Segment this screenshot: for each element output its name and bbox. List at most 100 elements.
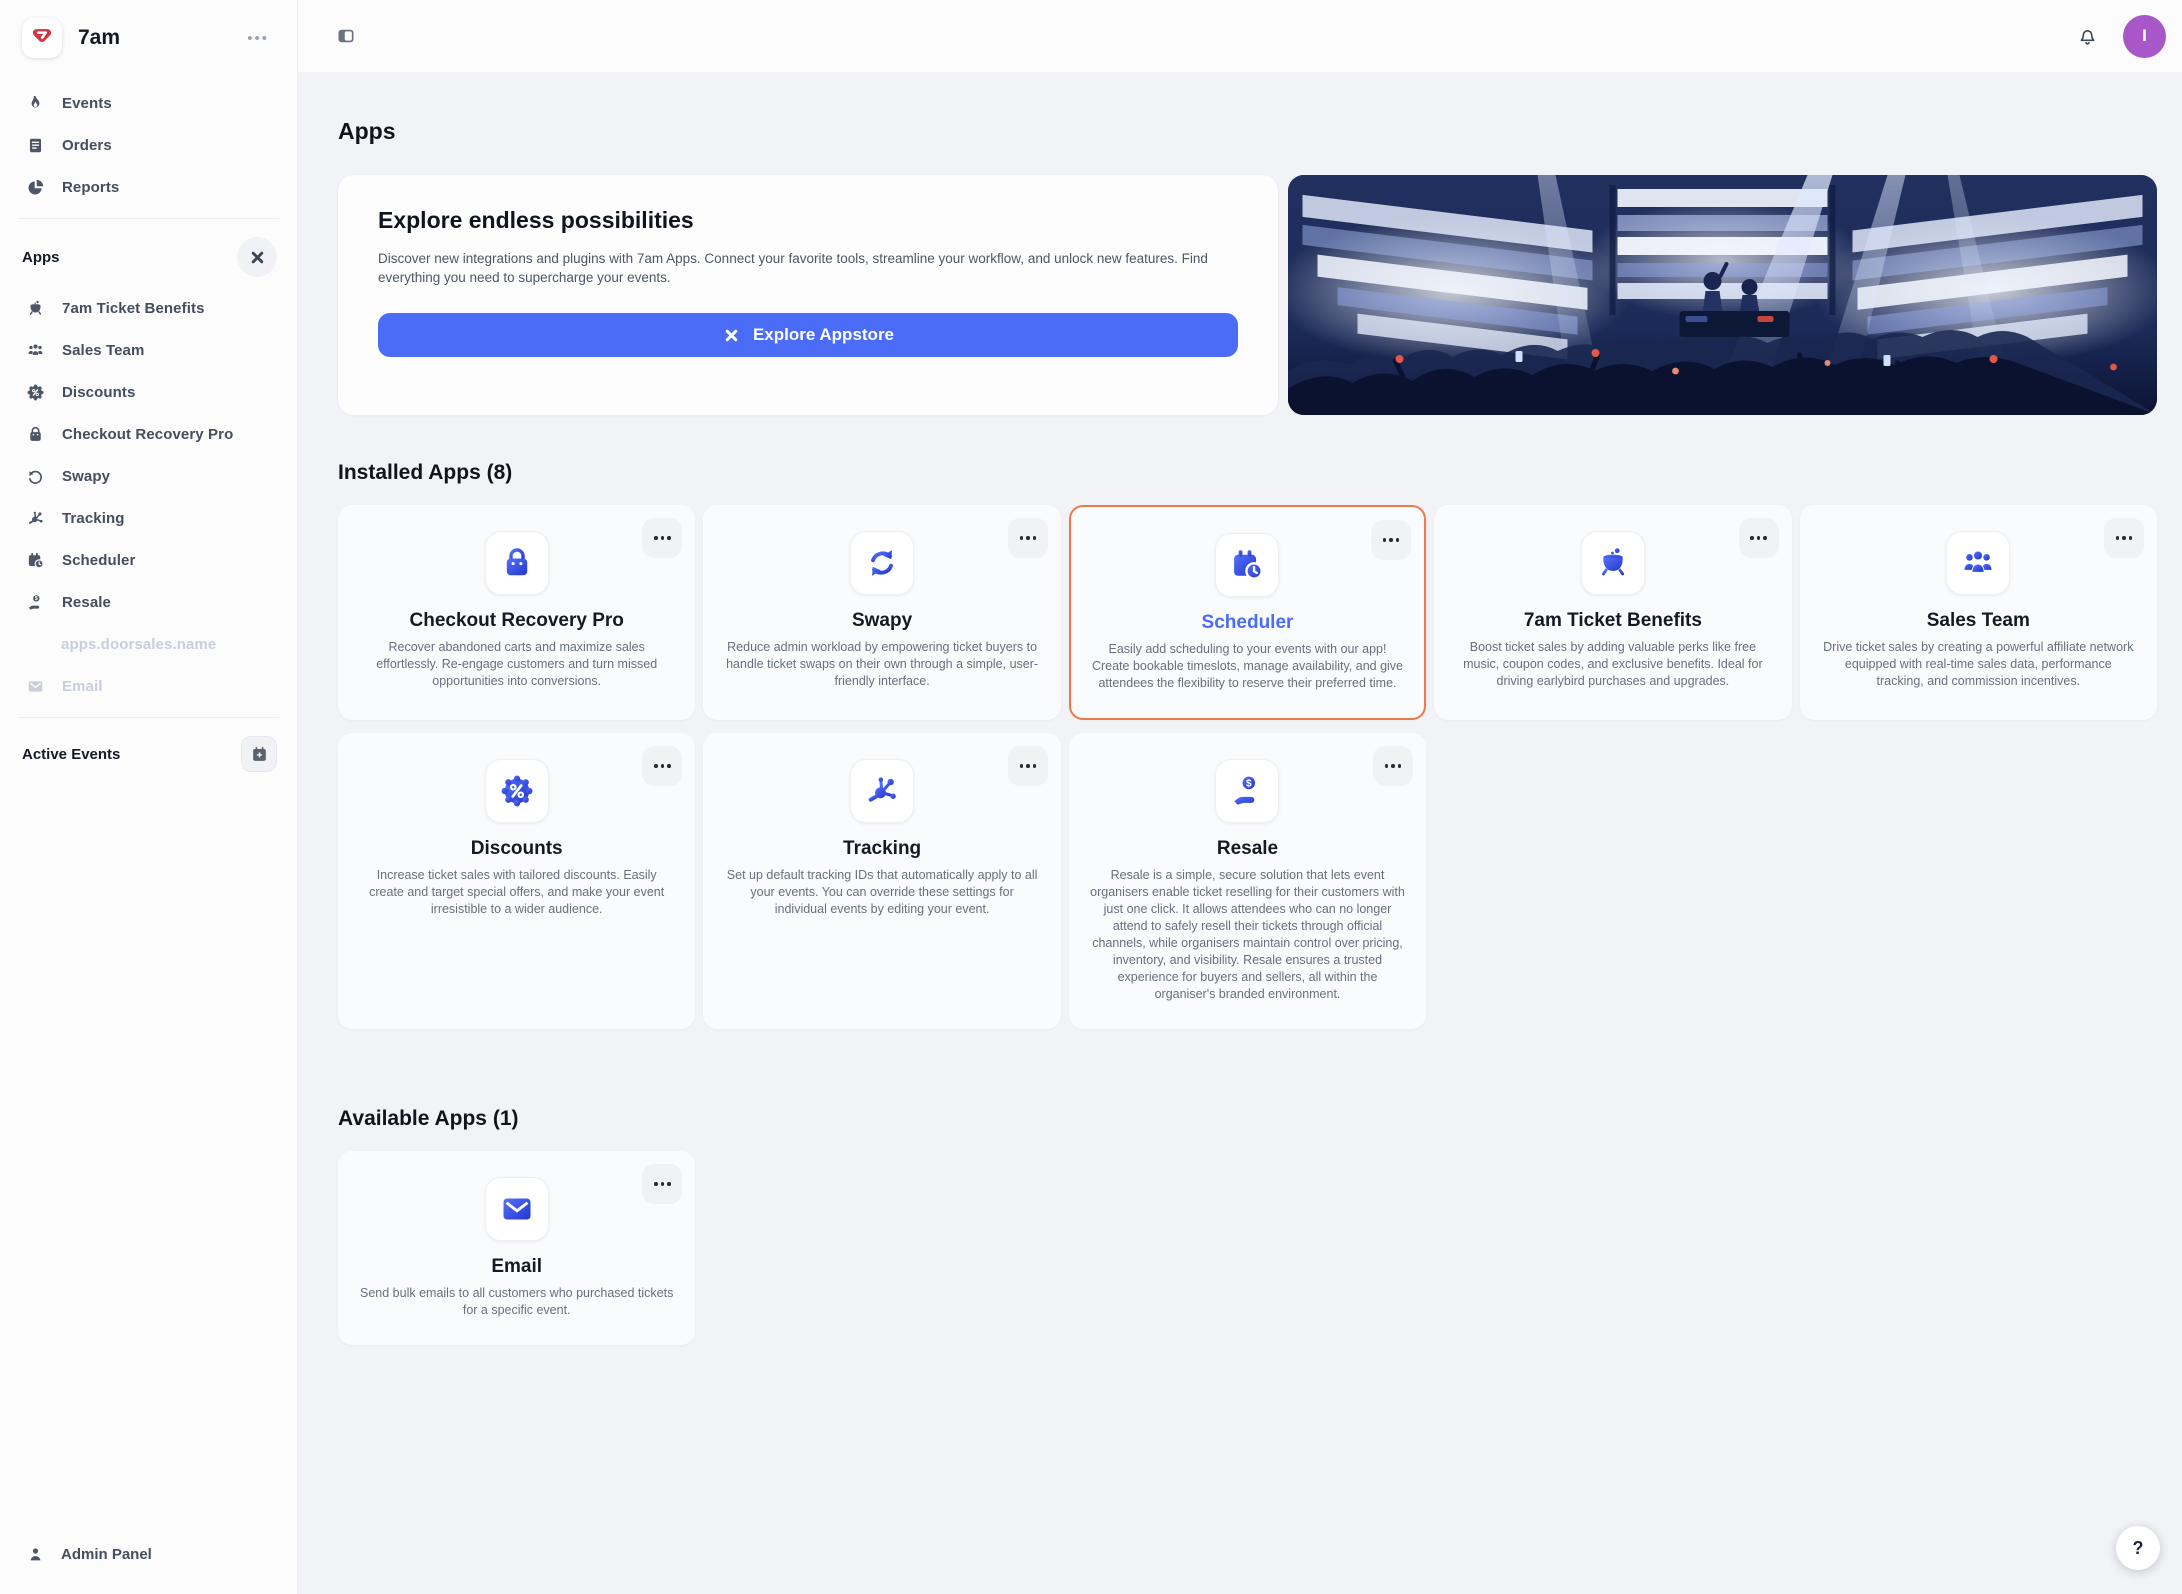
sidebar-item-label: apps.doorsales.name	[61, 635, 217, 653]
app-icon-tile	[484, 1177, 549, 1241]
sidebar-item-resale[interactable]: $ Resale	[16, 581, 281, 623]
page-title: Apps	[338, 118, 396, 144]
tracking-node-icon	[28, 511, 43, 524]
sidebar-item-sales-team[interactable]: Sales Team	[16, 329, 281, 371]
grid-spacer	[1434, 733, 1791, 1029]
rotate-ccw-icon	[28, 470, 42, 484]
card-menu-button[interactable]	[1738, 518, 1779, 558]
sidebar-item-label: Scheduler	[62, 551, 136, 569]
app-card-description: Boost ticket sales by adding valuable pe…	[1463, 640, 1763, 688]
app-card-7am-ticket-benefits[interactable]: 7am Ticket Benefits Boost ticket sales b…	[1434, 505, 1792, 720]
app-card-resale[interactable]: $ Resale Resale is a simple, secure solu…	[1068, 733, 1427, 1029]
sidebar-item-label: Orders	[62, 136, 112, 154]
card-menu-button[interactable]	[642, 518, 683, 558]
admin-panel-label: Admin Panel	[61, 1546, 152, 1563]
grid-spacer	[1800, 1151, 2157, 1345]
tools-icon	[725, 329, 738, 341]
cauldron-icon	[29, 300, 42, 315]
sidebar-item-scheduler[interactable]: Scheduler	[16, 539, 281, 581]
hand-dollar-icon: $	[29, 594, 40, 610]
envelope-icon	[28, 680, 43, 692]
app-card-description: Reduce admin workload by empowering tick…	[726, 640, 1039, 688]
sidebar-item-swapy[interactable]: Swapy	[16, 455, 281, 497]
customize-apps-button[interactable]	[237, 237, 277, 277]
hero-card: Explore endless possibilities Discover n…	[338, 175, 1278, 415]
app-card-description: Set up default tracking IDs that automat…	[726, 868, 1038, 916]
bell-icon	[2080, 29, 2095, 45]
hand-dollar-icon: $	[1234, 776, 1256, 805]
notifications-button[interactable]	[2074, 23, 2101, 50]
sidebar-item-discounts[interactable]: Discounts	[16, 371, 281, 413]
app-card-swapy[interactable]: Swapy Reduce admin workload by empowerin…	[703, 505, 1061, 720]
app-card-title: Swapy	[851, 610, 913, 631]
flame-icon	[31, 95, 40, 107]
avatar-initial: I	[2142, 26, 2147, 45]
sidebar-item-reports[interactable]: Reports	[16, 166, 281, 208]
app-card-title: Email	[491, 1256, 543, 1277]
tracking-node-icon	[868, 777, 896, 802]
app-card-scheduler[interactable]: Scheduler Easily add scheduling to your …	[1068, 505, 1427, 720]
installed-apps-grid: Checkout Recovery Pro Recover abandoned …	[338, 505, 2157, 1029]
sidebar-menu-dots-icon[interactable]: •••	[241, 26, 275, 51]
sidebar-item-label: Swapy	[62, 467, 111, 485]
app-icon-tile	[850, 759, 915, 823]
apps-section-header: Apps	[16, 229, 281, 285]
card-menu-button[interactable]	[1373, 746, 1414, 786]
sidebar-item-label: Tracking	[62, 509, 125, 527]
sidebar-item-label: Checkout Recovery Pro	[62, 425, 234, 443]
discount-badge-icon	[27, 384, 44, 400]
divider	[18, 218, 279, 219]
avatar[interactable]: I	[2123, 14, 2166, 58]
team-icon	[28, 343, 43, 355]
sidebar-item-7am-ticket-benefits[interactable]: 7am Ticket Benefits	[16, 287, 281, 329]
app-card-sales-team[interactable]: Sales Team Drive ticket sales by creatin…	[1799, 505, 2157, 720]
sidebar-item-checkout-recovery-pro[interactable]: Checkout Recovery Pro	[16, 413, 281, 455]
app-icon-tile	[484, 531, 549, 595]
available-apps-heading: Available Apps (1)	[338, 1107, 519, 1130]
app-card-title: Scheduler	[1201, 612, 1294, 633]
explore-appstore-button[interactable]: Explore Appstore	[378, 313, 1238, 357]
topbar: I	[298, 0, 2182, 72]
app-card-discounts[interactable]: Discounts Increase ticket sales with tai…	[338, 733, 696, 1029]
calendar-clock-icon	[1234, 550, 1264, 580]
hero-section: Explore endless possibilities Discover n…	[338, 175, 2157, 415]
card-menu-button[interactable]	[2103, 518, 2144, 558]
app-icon-tile	[484, 759, 549, 823]
main-nav: Events Orders Reports	[16, 82, 281, 208]
app-card-email[interactable]: Email Send bulk emails to all customers …	[338, 1151, 696, 1345]
team-icon	[1964, 551, 1992, 572]
brand-name: 7am	[78, 26, 121, 49]
sidebar-item-doorsales[interactable]: apps.doorsales.name	[16, 623, 281, 665]
card-menu-button[interactable]	[642, 746, 683, 786]
card-menu-button[interactable]	[1371, 520, 1412, 560]
main-content: Apps Explore endless possibilities Disco…	[298, 72, 2182, 1594]
sidebar-item-events[interactable]: Events	[16, 82, 281, 124]
app-card-title: Discounts	[470, 838, 563, 859]
app-card-description: Send bulk emails to all customers who pu…	[360, 1286, 674, 1317]
card-menu-button[interactable]	[642, 1164, 683, 1204]
app-icon-tile	[1215, 533, 1280, 597]
sidebar-item-email[interactable]: Email	[16, 665, 281, 707]
sidebar-toggle-button[interactable]	[332, 22, 360, 50]
svg-text:$: $	[35, 596, 38, 602]
sidebar-item-orders[interactable]: Orders	[16, 124, 281, 166]
app-card-description: Drive ticket sales by creating a powerfu…	[1823, 640, 2134, 688]
card-menu-button[interactable]	[1007, 518, 1048, 558]
active-events-header: Active Events	[16, 728, 281, 780]
sidebar-item-label: Email	[62, 677, 103, 695]
hero-image	[1288, 175, 2157, 415]
app-icon-tile	[1580, 531, 1645, 595]
shopping-bag-icon	[30, 426, 41, 441]
sidebar-item-label: Resale	[62, 593, 111, 611]
app-card-checkout-recovery-pro[interactable]: Checkout Recovery Pro Recover abandoned …	[338, 505, 696, 720]
grid-spacer	[703, 1151, 1060, 1345]
card-menu-button[interactable]	[1007, 746, 1048, 786]
sidebar-item-tracking[interactable]: Tracking	[16, 497, 281, 539]
sidebar: 7am ••• Events Orders Reports Apps 7am T…	[0, 0, 298, 1594]
app-icon-tile	[850, 531, 915, 595]
help-button[interactable]: ?	[2116, 1526, 2160, 1570]
admin-panel-link[interactable]: Admin Panel	[16, 1535, 281, 1574]
app-card-tracking[interactable]: Tracking Set up default tracking IDs tha…	[703, 733, 1061, 1029]
add-event-button[interactable]	[241, 736, 277, 772]
sync-arrows-icon	[871, 550, 894, 576]
